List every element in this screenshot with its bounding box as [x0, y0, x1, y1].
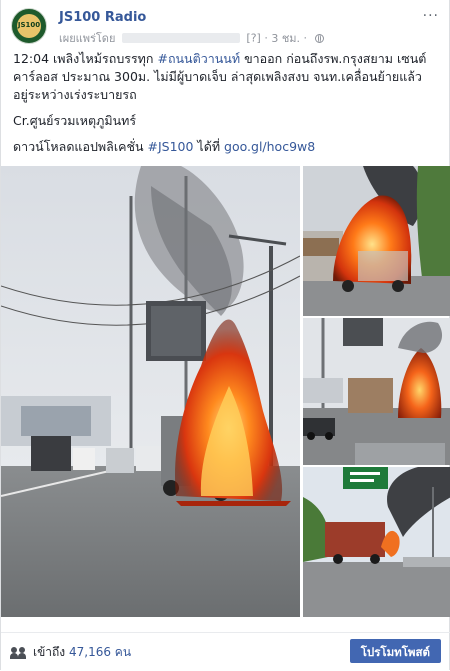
photo-road-image	[303, 318, 450, 465]
url-link[interactable]: goo.gl/hoc9w8	[224, 139, 315, 154]
reach-count-link[interactable]: 47,166 คน	[69, 645, 131, 659]
reach-stat: เข้าถึง 47,166 คน	[10, 643, 131, 662]
post-meta: เผยแพร่โดย [?] · 3 ชม. ·	[59, 29, 324, 45]
people-icon	[10, 646, 27, 659]
post-line-download: ดาวน์โหลดแอปพลิเคชั่น #JS100 ได้ที่ goo.…	[13, 138, 439, 156]
photo-main-image	[1, 166, 300, 617]
reach-label: เข้าถึง	[33, 645, 66, 659]
text-fragment: 12:04 เพลิงไหม้รถบรรทุก	[13, 51, 158, 66]
post-footer: เข้าถึง 47,166 คน โปรโมทโพสต์	[1, 632, 450, 671]
photo-closeup[interactable]	[303, 166, 450, 316]
post-line-credit: Cr.ศูนย์รวมเหตุภูมินทร์	[13, 113, 137, 128]
hashtag-link[interactable]: #ถนนติวานนท์	[157, 51, 240, 66]
photo-main[interactable]	[1, 166, 300, 617]
hashtag-link-js100[interactable]: #JS100	[147, 139, 193, 154]
post-timestamp[interactable]: 3 ชม.	[271, 32, 300, 45]
text-fragment: ดาวน์โหลดแอปพลิเคชั่น	[13, 139, 148, 154]
photo-grid	[1, 166, 450, 617]
more-options-icon[interactable]: ···	[423, 8, 439, 24]
publisher-name-redacted	[121, 33, 240, 43]
photo-closeup-image	[303, 166, 450, 316]
globe-icon	[314, 33, 324, 43]
text-fragment: ได้ที่	[193, 139, 225, 154]
photo-smoke[interactable]	[303, 467, 450, 617]
meta-separator-2: ·	[303, 31, 308, 45]
photo-smoke-image	[303, 467, 450, 617]
photo-road[interactable]	[303, 318, 450, 465]
page-name-link[interactable]: JS100 Radio	[59, 10, 146, 25]
avatar-text: JS100	[17, 21, 41, 29]
post-header: JS100 JS100 Radio เผยแพร่โดย [?] · 3 ชม.…	[11, 8, 441, 45]
promote-post-button[interactable]: โปรโมทโพสต์	[349, 639, 441, 663]
page-avatar[interactable]: JS100	[11, 8, 47, 44]
privacy-marker[interactable]: [?]	[246, 32, 260, 45]
post-card: JS100 JS100 Radio เผยแพร่โดย [?] · 3 ชม.…	[0, 0, 450, 670]
published-by-label: เผยแพร่โดย	[59, 32, 116, 45]
post-body: 12:04 เพลิงไหม้รถบรรทุก #ถนนติวานนท์ ขาอ…	[13, 50, 439, 164]
post-line-1: 12:04 เพลิงไหม้รถบรรทุก #ถนนติวานนท์ ขาอ…	[13, 50, 439, 104]
meta-separator: ·	[264, 31, 268, 45]
